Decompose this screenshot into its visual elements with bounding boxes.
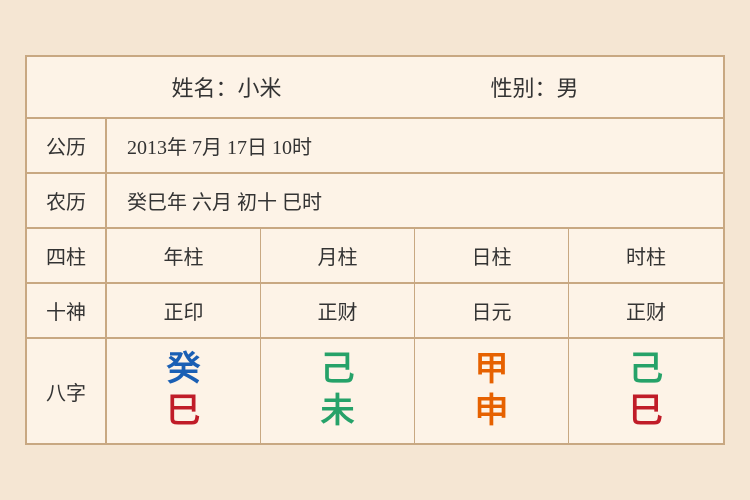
bazhi-day-bottom: 申 (475, 395, 509, 429)
shishen-grid: 正印 正财 日元 正财 (107, 284, 723, 337)
bazhi-grid: 癸 巳 己 未 甲 申 己 巳 (107, 339, 723, 443)
lunar-row: 农历 癸巳年 六月 初十 巳时 (27, 174, 723, 229)
bazhi-year: 癸 巳 (107, 339, 261, 443)
shishen-year: 正印 (107, 284, 261, 337)
bazhi-day: 甲 申 (415, 339, 569, 443)
shishen-hour: 正财 (569, 284, 723, 337)
name-field: 姓名：小米 (171, 71, 281, 103)
bazhi-year-bottom: 巳 (167, 395, 201, 429)
bazhi-month-bottom: 未 (321, 395, 355, 429)
pillar-month: 月柱 (261, 229, 415, 282)
solar-label: 公历 (27, 119, 107, 172)
pillars-grid: 年柱 月柱 日柱 时柱 (107, 229, 723, 282)
shishen-row: 十神 正印 正财 日元 正财 (27, 284, 723, 339)
bazhi-year-top: 癸 (167, 353, 201, 387)
gender-label: 性别：男 (490, 71, 578, 103)
header-row: 姓名：小米 性别：男 (27, 57, 723, 119)
solar-row: 公历 2013年 7月 17日 10时 (27, 119, 723, 174)
bazhi-month: 己 未 (261, 339, 415, 443)
bazhi-hour-bottom: 巳 (629, 395, 663, 429)
solar-value: 2013年 7月 17日 10时 (107, 119, 723, 172)
shishen-day: 日元 (415, 284, 569, 337)
shishen-month: 正财 (261, 284, 415, 337)
pillars-row: 四柱 年柱 月柱 日柱 时柱 (27, 229, 723, 284)
bazhi-row: 八字 癸 巳 己 未 甲 申 己 巳 (27, 339, 723, 443)
bazhi-hour-top: 己 (629, 353, 663, 387)
bazhi-day-top: 甲 (475, 353, 509, 387)
lunar-label: 农历 (27, 174, 107, 227)
bazhi-hour: 己 巳 (569, 339, 723, 443)
shishen-label: 十神 (27, 284, 107, 337)
pillar-hour: 时柱 (569, 229, 723, 282)
main-container: 姓名：小米 性别：男 公历 2013年 7月 17日 10时 农历 癸巳年 六月… (25, 55, 725, 445)
bazhi-label: 八字 (27, 339, 107, 443)
pillar-day: 日柱 (415, 229, 569, 282)
bazhi-month-top: 己 (321, 353, 355, 387)
pillar-year: 年柱 (107, 229, 261, 282)
gender-field: 性别：男 (490, 71, 578, 103)
name-label: 姓名：小米 (171, 71, 281, 103)
lunar-value: 癸巳年 六月 初十 巳时 (107, 174, 723, 227)
pillars-label: 四柱 (27, 229, 107, 282)
